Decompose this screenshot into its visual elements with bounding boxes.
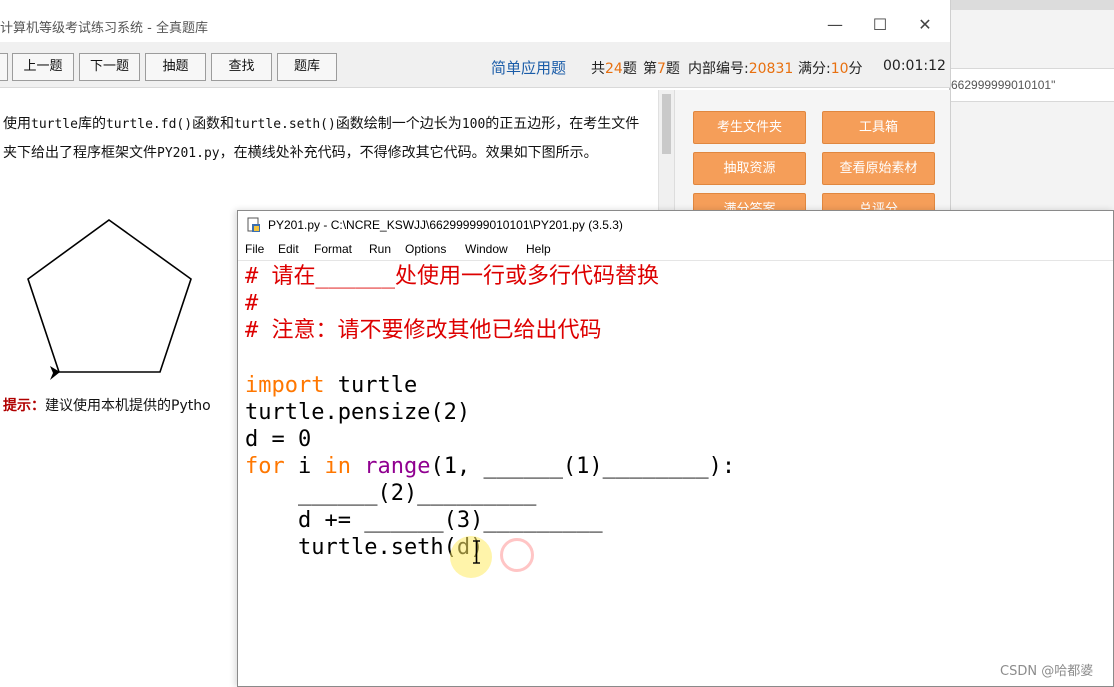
code-editor[interactable]: # 请在______处使用一行或多行代码替换 # # 注意：请不要修改其他已给出… (245, 261, 1105, 686)
text-cursor-icon (473, 540, 480, 564)
scrollbar-thumb[interactable] (662, 94, 671, 154)
menu-help[interactable]: Help (526, 242, 551, 256)
click-ring-icon (500, 538, 534, 572)
idle-window-title: PY201.py - C:\NCRE_KSWJJ\662999999010101… (268, 218, 623, 232)
code-line-2: # (245, 291, 259, 316)
code-line-8: for i in range(1, ______(1)________): (245, 454, 736, 479)
code-line-9: ______(2)_________ (245, 481, 537, 506)
question-index: 第7题 (643, 61, 680, 77)
student-folder-button[interactable]: 考生文件夹 (693, 111, 806, 144)
code-line-10: d += ______(3)_________ (245, 508, 603, 533)
extract-resources-button[interactable]: 抽取资源 (693, 152, 806, 185)
timer: 00:01:12 (883, 58, 946, 74)
question-text: 使用turtle库的turtle.fd()函数和turtle.seth()函数绘… (3, 116, 640, 161)
find-button[interactable]: 查找 (211, 53, 272, 81)
menu-window[interactable]: Window (465, 242, 508, 256)
internal-code: 内部编号:20831 (688, 61, 794, 77)
exam-window-title: 计算机等级考试练习系统 - 全真题库 (0, 21, 208, 36)
draw-question-button[interactable]: 抽题 (145, 53, 206, 81)
background-window-top (951, 0, 1114, 10)
code-line-3: # 注意：请不要修改其他已给出代码 (245, 318, 602, 343)
toolbar-edge-button[interactable] (0, 53, 8, 81)
code-line-7: d = 0 (245, 427, 312, 452)
code-line-5: import turtle (245, 373, 418, 398)
mouse-highlight (450, 536, 492, 578)
code-line-11: turtle.seth(d) (245, 535, 484, 560)
next-question-button[interactable]: 下一题 (79, 53, 140, 81)
pentagon-figure (27, 219, 192, 380)
question-bank-button[interactable]: 题库 (277, 53, 337, 81)
exam-toolbar: 上一题 下一题 抽题 查找 题库 简单应用题 共24题 第7题 内部编号:208… (0, 42, 950, 88)
menu-options[interactable]: Options (405, 242, 446, 256)
idle-title-bar: PY201.py - C:\NCRE_KSWJJ\662999999010101… (238, 211, 1113, 239)
pentagon-shape (27, 219, 192, 373)
code-line-6: turtle.pensize(2) (245, 400, 471, 425)
exam-title-bar: 计算机等级考试练习系统 - 全真题库 — ☐ ✕ (0, 8, 950, 42)
python-file-icon (247, 217, 260, 232)
close-icon[interactable]: ✕ (914, 14, 936, 36)
menu-edit[interactable]: Edit (278, 242, 299, 256)
view-source-button[interactable]: 查看原始素材 (822, 152, 935, 185)
prev-question-button[interactable]: 上一题 (12, 53, 74, 81)
menu-run[interactable]: Run (369, 242, 391, 256)
minimize-icon[interactable]: — (824, 14, 846, 36)
maximize-icon[interactable]: ☐ (869, 14, 891, 36)
menu-file[interactable]: File (245, 242, 264, 256)
hint-text: 提示：建议使用本机提供的Pytho (3, 398, 211, 414)
full-score: 满分:10分 (798, 61, 863, 77)
toolbox-button[interactable]: 工具箱 (822, 111, 935, 144)
idle-menubar: File Edit Format Run Options Window Help (238, 239, 1113, 261)
question-type: 简单应用题 (491, 59, 567, 77)
menu-format[interactable]: Format (314, 242, 352, 256)
code-line-1: # 请在______处使用一行或多行代码替换 (245, 264, 659, 289)
idle-editor-window: PY201.py - C:\NCRE_KSWJJ\662999999010101… (237, 210, 1114, 687)
watermark: CSDN @哈都婆 (1000, 664, 1094, 679)
question-count: 共24题 (591, 61, 637, 77)
background-path-field[interactable]: 662999999010101" (951, 68, 1114, 102)
